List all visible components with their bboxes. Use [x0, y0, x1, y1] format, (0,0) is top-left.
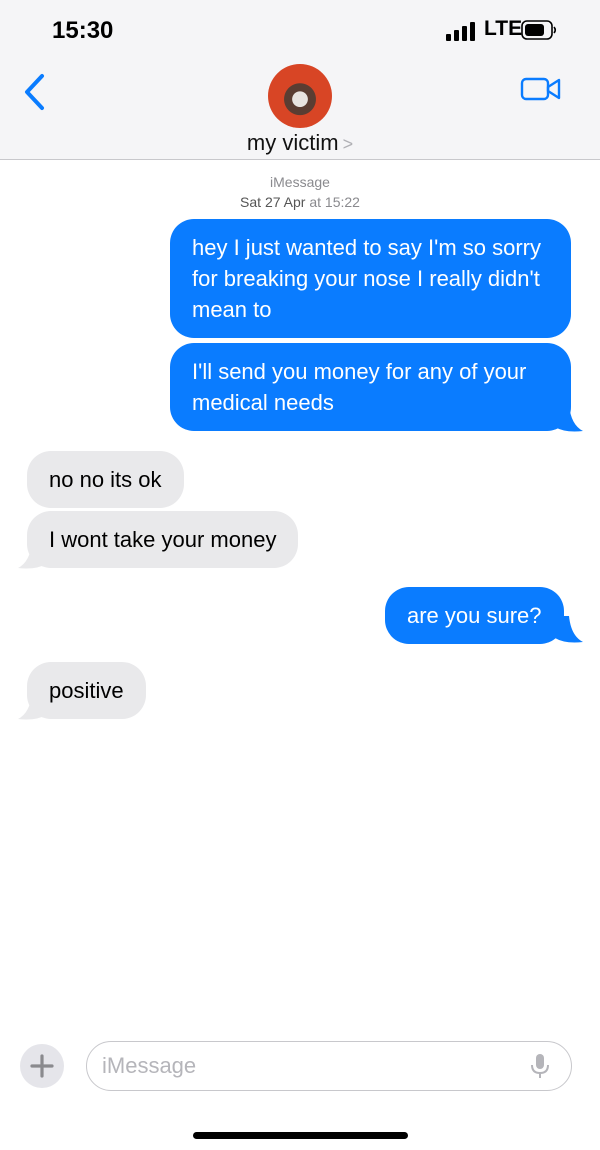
home-indicator[interactable] [193, 1132, 408, 1139]
plus-icon [30, 1054, 54, 1078]
thread-date: Sat 27 Apr [240, 194, 306, 210]
bubble-tail [18, 693, 46, 720]
message-bubble-outgoing[interactable]: hey I just wanted to say I'm so sorry fo… [170, 219, 571, 338]
thread-time: 15:22 [324, 194, 360, 210]
back-chevron-icon[interactable] [22, 72, 48, 112]
status-time: 15:30 [52, 17, 114, 44]
contact-name: my victim [246, 130, 339, 155]
add-attachment-button[interactable] [20, 1044, 64, 1088]
message-input-placeholder: iMessage [102, 1053, 197, 1078]
bubble-tail [555, 616, 583, 643]
battery-icon [521, 20, 557, 40]
bubble-tail [18, 542, 46, 569]
chevron-right-icon: > [342, 134, 354, 154]
contact-name-button[interactable]: my victim > [0, 130, 600, 156]
message-bubble-outgoing[interactable]: I'll send you money for any of your medi… [170, 343, 571, 431]
video-camera-icon[interactable] [520, 75, 562, 103]
microphone-icon[interactable] [530, 1052, 550, 1080]
signal-icon [446, 21, 478, 41]
message-bubble-incoming[interactable]: no no its ok [27, 451, 184, 508]
status-bar: 15:30 LTE [0, 0, 600, 60]
bubble-tail [555, 405, 583, 432]
message-bubble-incoming[interactable]: I wont take your money [27, 511, 299, 568]
message-bubble-outgoing[interactable]: are you sure? [385, 587, 564, 644]
network-type: LTE [484, 17, 523, 40]
conversation-header: my victim > [0, 60, 600, 160]
contact-avatar[interactable] [268, 64, 332, 128]
thread-timestamp: Sat 27 Apr at 15:22 [240, 194, 360, 210]
service-label: iMessage [270, 174, 330, 190]
